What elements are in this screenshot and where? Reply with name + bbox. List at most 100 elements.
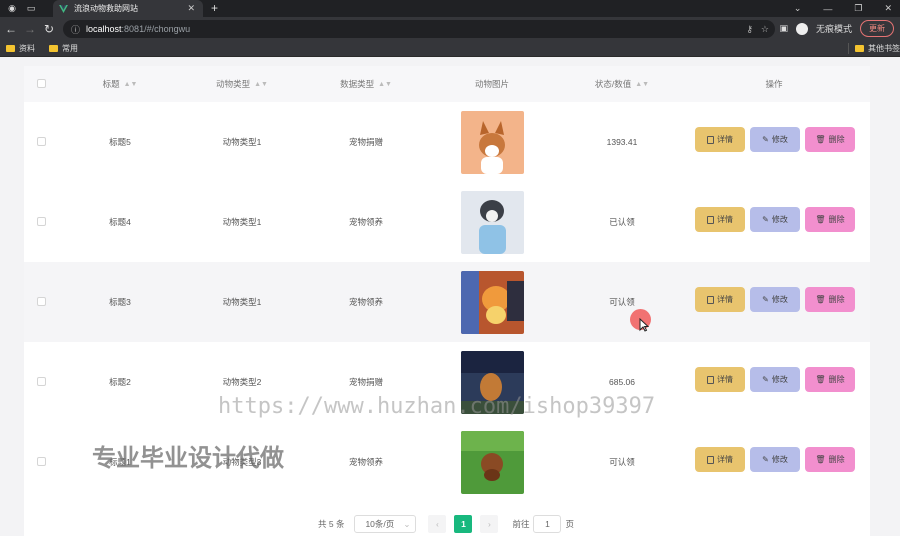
cell-status: 1393.41 [606, 137, 638, 147]
header-animal-type[interactable]: 动物类型 ▲▼ [180, 66, 304, 102]
header-label: 数据类型 [340, 79, 375, 89]
animal-photo[interactable] [460, 430, 524, 494]
sort-icon[interactable]: ▲▼ [635, 81, 649, 88]
page-number-active[interactable]: 1 [454, 515, 473, 533]
next-page-button[interactable]: › [480, 515, 499, 533]
sort-icon[interactable]: ▲▼ [124, 81, 138, 88]
edit-label: 修改 [771, 135, 788, 144]
url-host: localhost [86, 24, 122, 34]
edit-button[interactable]: ✎ 修改 [750, 447, 800, 472]
pencil-icon: ✎ [762, 455, 769, 464]
cell-data-type: 宠物领养 [348, 217, 383, 227]
delete-button[interactable]: 🗑 删除 [805, 287, 855, 312]
detail-button[interactable]: 详情 [695, 127, 745, 152]
watermark-text: 专业毕业设计代做 [92, 444, 284, 472]
incognito-avatar-icon[interactable] [795, 22, 808, 35]
trash-icon: 🗑 [815, 135, 826, 144]
animal-photo[interactable] [460, 190, 524, 254]
reload-icon[interactable]: ↻ [41, 22, 57, 36]
edit-button[interactable]: ✎ 修改 [750, 207, 800, 232]
profile-label[interactable]: 无痕模式 [816, 22, 852, 35]
update-button[interactable]: 更新 [860, 20, 894, 37]
table-header: 标题 ▲▼ 动物类型 ▲▼ 数据类型 ▲▼ 动物图片 状态/数值 ▲▼ 操作 [24, 66, 870, 102]
tab-overview-icon[interactable]: ▭ [24, 2, 38, 16]
delete-button[interactable]: 🗑 删除 [805, 207, 855, 232]
new-tab-icon[interactable]: + [211, 1, 218, 15]
cell-animal-image [428, 422, 556, 502]
prev-page-button[interactable]: ‹ [428, 515, 447, 533]
header-animal-image: 动物图片 [428, 66, 556, 102]
edit-label: 修改 [771, 215, 788, 224]
delete-button[interactable]: 🗑 删除 [805, 127, 855, 152]
cell-title: 标题5 [109, 137, 131, 147]
sort-icon[interactable]: ▲▼ [378, 81, 392, 88]
goto-page-input[interactable]: 1 [533, 515, 562, 533]
pencil-icon: ✎ [762, 215, 769, 224]
edit-button[interactable]: ✎ 修改 [750, 127, 800, 152]
header-title[interactable]: 标题 ▲▼ [60, 66, 180, 102]
other-bookmarks[interactable]: 其他书签 [848, 43, 900, 54]
browser-tab[interactable]: 流浪动物救助网站 ✕ [53, 0, 203, 17]
header-data-type[interactable]: 数据类型 ▲▼ [304, 66, 428, 102]
browser-menu-icon[interactable]: ◉ [5, 2, 19, 16]
delete-label: 删除 [828, 135, 845, 144]
animal-photo[interactable] [460, 270, 524, 334]
bookmark-folder-0[interactable]: 资料 [6, 43, 35, 54]
edit-button[interactable]: ✎ 修改 [750, 367, 800, 392]
cell-animal-image [428, 262, 556, 342]
edit-label: 修改 [771, 295, 788, 304]
detail-label: 详情 [717, 455, 733, 464]
tab-search-icon[interactable]: ⌄ [794, 3, 802, 14]
pencil-icon: ✎ [762, 295, 769, 304]
pagination-total: 共 5 条 [318, 519, 345, 529]
bookmark-folder-1[interactable]: 常用 [49, 43, 78, 54]
watermark-url: https://www.huzhan.com/ishop39397 [218, 394, 656, 419]
delete-button[interactable]: 🗑 删除 [805, 447, 855, 472]
page-size-value: 10条/页 [365, 519, 395, 529]
restore-icon[interactable]: ❐ [854, 3, 862, 14]
toolbar-right: ▣ 无痕模式 更新 [779, 20, 894, 37]
delete-button[interactable]: 🗑 删除 [805, 367, 855, 392]
cell-title: 标题2 [109, 377, 131, 387]
edit-button[interactable]: ✎ 修改 [750, 287, 800, 312]
detail-button[interactable]: 详情 [695, 447, 745, 472]
select-all-checkbox[interactable] [37, 79, 46, 88]
pencil-icon: ✎ [762, 135, 769, 144]
table-row: 标题4 动物类型1 宠物领养 已认领 详情 ✎ 修改 🗑 删除 [24, 182, 870, 262]
bookmark-star-icon[interactable]: ☆ [761, 24, 769, 35]
sort-icon[interactable]: ▲▼ [254, 81, 268, 88]
animal-photo[interactable] [460, 110, 524, 174]
page-size-select[interactable]: 10条/页 ⌄ [354, 515, 417, 533]
minimize-icon[interactable]: — [823, 4, 832, 14]
back-icon[interactable]: ← [3, 22, 19, 36]
header-label: 标题 [102, 79, 120, 89]
bookmarks-bar: 资料 常用 其他书签 [0, 41, 900, 57]
trash-icon: 🗑 [815, 215, 826, 224]
key-icon[interactable]: ⚷ [746, 24, 753, 35]
header-label: 动物类型 [216, 79, 251, 89]
header-label: 操作 [765, 79, 783, 89]
detail-button[interactable]: 详情 [695, 287, 745, 312]
tab-title: 流浪动物救助网站 [74, 4, 138, 13]
close-window-icon[interactable]: ✕ [884, 3, 892, 14]
forward-icon[interactable]: → [22, 22, 38, 36]
delete-label: 删除 [828, 455, 845, 464]
address-bar-row: ← → ↻ ⓘ localhost:8081/#/chongwu ⚷ ☆ ▣ 无… [0, 17, 900, 41]
header-status[interactable]: 状态/数值 ▲▼ [556, 66, 688, 102]
document-icon [707, 215, 714, 224]
trash-icon: 🗑 [815, 375, 826, 384]
url-input[interactable]: ⓘ localhost:8081/#/chongwu ⚷ ☆ [63, 20, 775, 38]
row-checkbox[interactable] [37, 297, 46, 306]
delete-label: 删除 [828, 295, 845, 304]
row-checkbox[interactable] [37, 457, 46, 466]
sidepanel-icon[interactable]: ▣ [779, 23, 788, 34]
close-tab-icon[interactable]: ✕ [187, 3, 195, 14]
detail-button[interactable]: 详情 [695, 207, 745, 232]
header-actions: 操作 [688, 66, 860, 102]
row-checkbox[interactable] [37, 137, 46, 146]
site-info-icon[interactable]: ⓘ [71, 23, 80, 36]
row-checkbox[interactable] [37, 217, 46, 226]
cell-animal-image [428, 182, 556, 262]
detail-button[interactable]: 详情 [695, 367, 745, 392]
row-checkbox[interactable] [37, 377, 46, 386]
